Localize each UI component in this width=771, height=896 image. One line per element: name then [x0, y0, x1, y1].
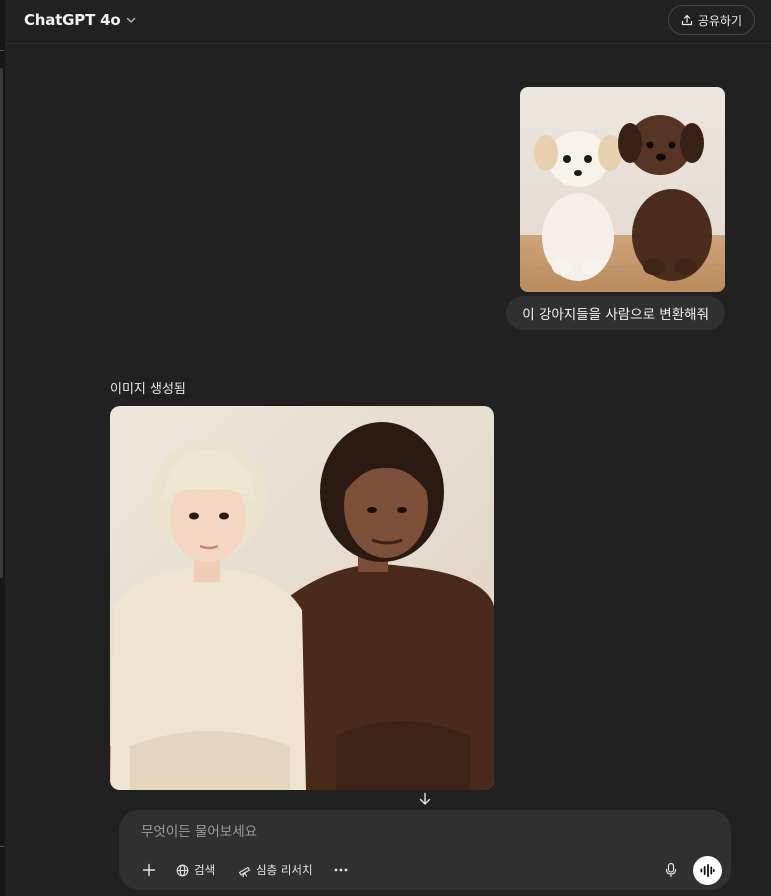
- add-attachment-button[interactable]: [135, 856, 163, 884]
- people-image: [110, 406, 494, 790]
- voice-mode-button[interactable]: [693, 856, 722, 885]
- chevron-down-icon: [127, 17, 136, 23]
- sidebar-divider: [0, 846, 4, 847]
- deep-research-button[interactable]: 심층 리서치: [231, 856, 320, 884]
- user-uploaded-image[interactable]: [520, 87, 725, 292]
- voice-wave-icon: [700, 864, 715, 877]
- more-options-button[interactable]: [327, 856, 355, 884]
- deep-research-label: 심층 리서치: [256, 863, 313, 877]
- sidebar-scrollbar[interactable]: [0, 68, 3, 578]
- message-composer: 검색 심층 리서치: [119, 810, 731, 890]
- telescope-icon: [238, 866, 251, 877]
- generated-image[interactable]: [110, 406, 494, 790]
- globe-icon: [176, 864, 189, 876]
- top-header: ChatGPT 4o 공유하기: [5, 0, 771, 44]
- user-message-text: 이 강아지들을 사람으로 변환해줘: [522, 307, 709, 323]
- arrow-down-icon[interactable]: [417, 791, 433, 807]
- model-selector[interactable]: ChatGPT 4o: [24, 11, 136, 29]
- microphone-icon[interactable]: [663, 862, 679, 878]
- user-message-bubble: 이 강아지들을 사람으로 변환해줘: [506, 296, 725, 330]
- sidebar-divider: [0, 50, 4, 51]
- share-icon: [681, 14, 692, 26]
- prompt-input[interactable]: [139, 820, 703, 844]
- model-name: ChatGPT 4o: [24, 11, 121, 29]
- search-label: 검색: [194, 863, 216, 877]
- share-label: 공유하기: [697, 13, 742, 28]
- plus-icon: [142, 863, 156, 877]
- puppies-image: [520, 87, 725, 292]
- search-button[interactable]: 검색: [169, 856, 222, 884]
- more-dots-icon: [334, 868, 348, 872]
- image-generated-label: 이미지 생성됨: [110, 382, 186, 397]
- share-button[interactable]: 공유하기: [667, 5, 755, 35]
